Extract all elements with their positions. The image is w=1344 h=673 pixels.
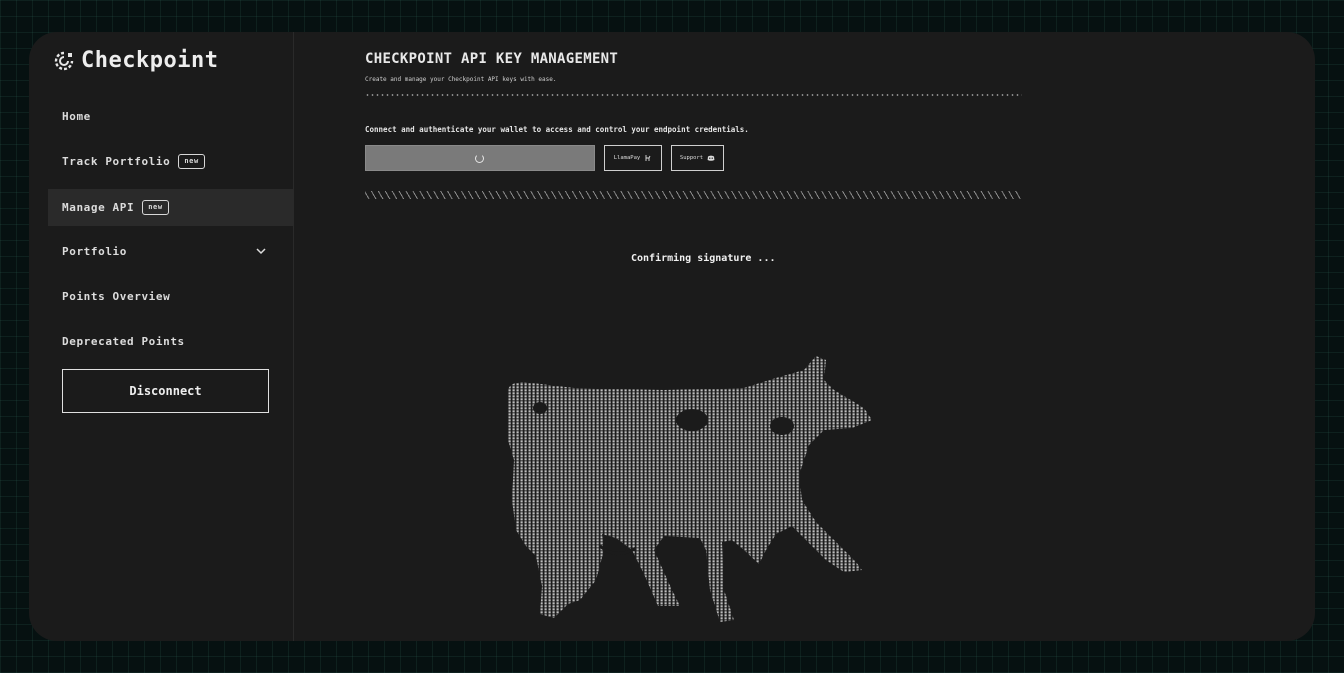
app-name: Checkpoint	[81, 48, 219, 73]
support-button[interactable]: Support	[671, 145, 724, 171]
sidebar-item-points-overview[interactable]: Points Overview	[48, 278, 293, 315]
sidebar-item-home[interactable]: Home	[48, 98, 293, 135]
page-title: CHECKPOINT API KEY MANAGEMENT	[365, 51, 619, 67]
brand[interactable]: Checkpoint	[53, 48, 218, 73]
sidebar-item-label: Deprecated Points	[62, 335, 185, 348]
sidebar-item-portfolio[interactable]: Portfolio	[48, 233, 293, 270]
sidebar: Checkpoint Home Track Portfolio new Mana…	[29, 32, 294, 641]
sidebar-item-track-portfolio[interactable]: Track Portfolio new	[48, 143, 293, 180]
sidebar-item-deprecated-points[interactable]: Deprecated Points	[48, 323, 293, 360]
checkpoint-logo-icon	[54, 51, 74, 70]
slash-divider	[365, 191, 1022, 199]
new-badge: new	[178, 154, 205, 169]
connect-wallet-button[interactable]	[365, 145, 595, 171]
disconnect-button[interactable]: Disconnect	[62, 369, 269, 413]
spinner-icon	[475, 154, 484, 163]
main-content: CHECKPOINT API KEY MANAGEMENT Create and…	[293, 32, 1315, 641]
ascii-cow	[508, 356, 872, 622]
sidebar-item-label: Points Overview	[62, 290, 171, 303]
sidebar-item-label: Manage API	[62, 201, 135, 214]
llama-icon	[645, 155, 651, 161]
dotted-divider	[365, 93, 1022, 97]
new-badge: new	[142, 200, 169, 215]
sidebar-item-manage-api[interactable]: Manage API new	[48, 189, 293, 226]
support-label: Support	[679, 155, 704, 161]
sidebar-item-label: Portfolio	[62, 245, 128, 258]
discord-icon	[707, 155, 715, 161]
sidebar-item-label: Track Portfolio	[62, 155, 171, 168]
app-window: Checkpoint Home Track Portfolio new Mana…	[29, 32, 1315, 641]
chevron-down-icon[interactable]	[255, 245, 267, 257]
llamapay-label: LlamaPay	[613, 155, 641, 161]
status-text: Confirming signature ...	[631, 253, 776, 264]
sidebar-item-label: Home	[62, 110, 91, 123]
llamapay-button[interactable]: LlamaPay	[604, 145, 662, 171]
page-subtitle: Create and manage your Checkpoint API ke…	[365, 76, 557, 83]
lead-text: Connect and authenticate your wallet to …	[365, 125, 749, 134]
